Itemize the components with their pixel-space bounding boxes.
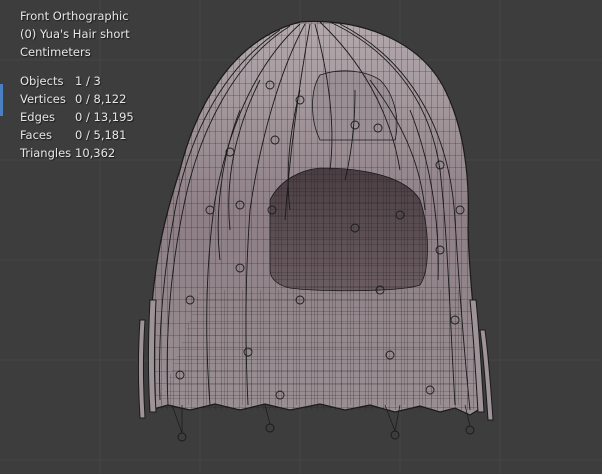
stat-value: 1 / 3: [75, 74, 101, 88]
stat-label: Objects: [20, 74, 64, 88]
stat-value: 0 / 8,122: [75, 92, 127, 106]
stat-label: Edges: [20, 110, 55, 124]
active-region-marker: [0, 84, 3, 116]
stat-label: Faces: [20, 128, 52, 142]
3d-viewport[interactable]: Front Orthographic (0) Yua's Hair short …: [0, 0, 602, 474]
view-name: Front Orthographic: [20, 9, 129, 23]
stat-value: 0 / 13,195: [75, 110, 134, 124]
stat-row-objects: Objects 1 / 3: [20, 72, 134, 90]
stat-label: Vertices: [20, 92, 66, 106]
stat-label: Triangles: [20, 146, 72, 160]
stat-row-vertices: Vertices 0 / 8,122: [20, 90, 134, 108]
stat-value: 10,362: [75, 146, 116, 160]
scene-units: Centimeters: [20, 45, 91, 59]
stat-row-faces: Faces 0 / 5,181: [20, 126, 134, 144]
viewport-info: Front Orthographic (0) Yua's Hair short …: [20, 7, 130, 61]
stat-value: 0 / 5,181: [75, 128, 127, 142]
scene-statistics: Objects 1 / 3 Vertices 0 / 8,122 Edges 0…: [20, 72, 134, 162]
wireframe-cavity: [270, 168, 428, 291]
active-object-line: (0) Yua's Hair short: [20, 27, 130, 41]
stat-row-triangles: Triangles 10,362: [20, 144, 134, 162]
stat-row-edges: Edges 0 / 13,195: [20, 108, 134, 126]
